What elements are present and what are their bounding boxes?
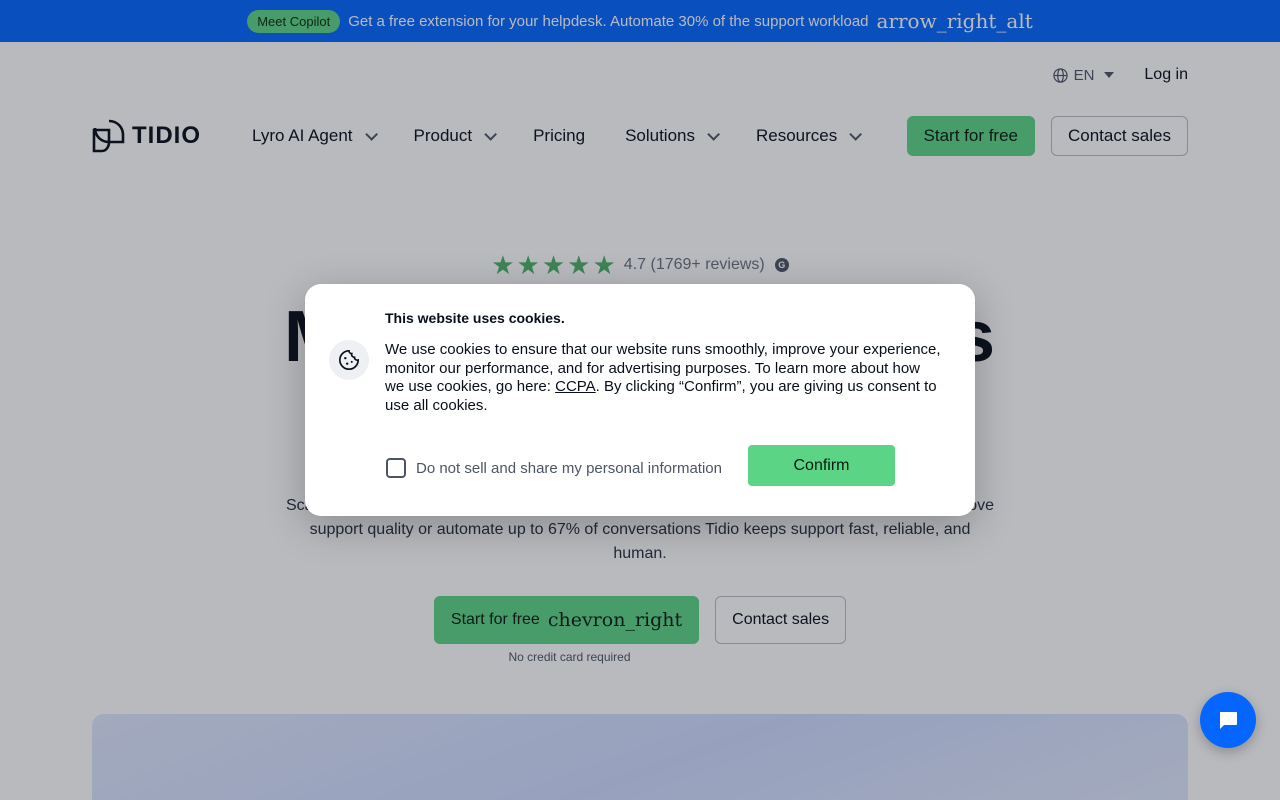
chat-bubble-icon [1219, 712, 1237, 729]
do-not-sell-option[interactable]: Do not sell and share my personal inform… [386, 458, 722, 478]
cookie-icon [329, 340, 369, 380]
meet-copilot-badge: Meet Copilot [247, 9, 341, 33]
cookie-modal-title: This website uses cookies. [385, 310, 565, 326]
arrow-right-icon: arrow_right_alt [876, 9, 1033, 33]
do-not-sell-checkbox[interactable] [386, 458, 406, 478]
chat-launcher-button[interactable] [1200, 692, 1256, 748]
ccpa-link[interactable]: CCPA [555, 378, 596, 395]
announcement-text[interactable]: Get a free extension for your helpdesk. … [348, 13, 868, 30]
cookie-consent-modal: This website uses cookies. We use cookie… [305, 284, 975, 516]
announcement-bar[interactable]: Meet Copilot Get a free extension for yo… [0, 0, 1280, 42]
cookie-modal-body: We use cookies to ensure that our websit… [385, 341, 941, 415]
confirm-button[interactable]: Confirm [748, 445, 895, 486]
do-not-sell-label[interactable]: Do not sell and share my personal inform… [416, 460, 722, 477]
